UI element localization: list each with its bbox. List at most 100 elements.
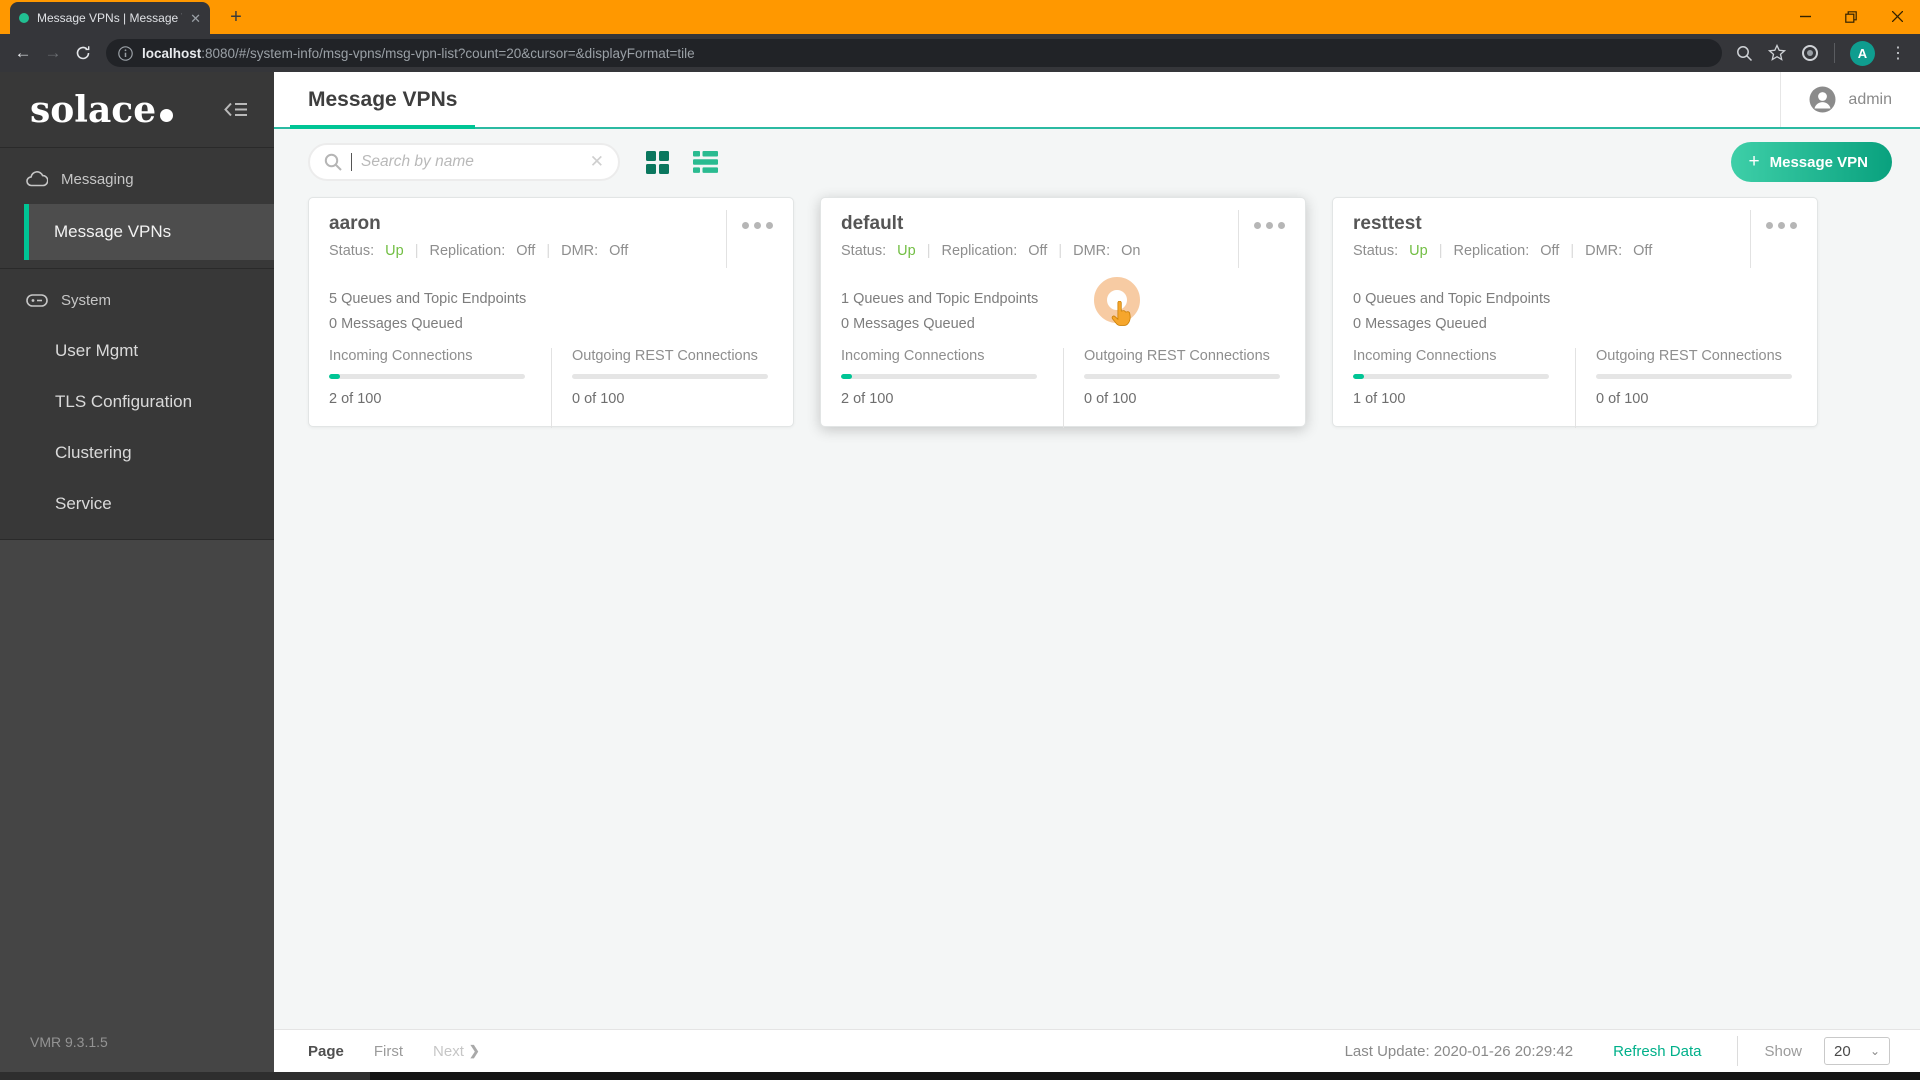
page-info-icon[interactable] xyxy=(118,46,133,61)
text-caret xyxy=(351,153,352,171)
vpn-card-default[interactable]: default Status: Up | Replication: Off | … xyxy=(820,197,1306,427)
status-label: Status: xyxy=(329,243,374,259)
zoom-page-icon[interactable] xyxy=(1736,45,1753,62)
page-size-value: 20 xyxy=(1834,1043,1851,1060)
sidebar-item-service[interactable]: Service xyxy=(0,478,274,529)
vpn-name: default xyxy=(821,198,1305,235)
page-size-select[interactable]: 20 ⌄ xyxy=(1824,1037,1890,1065)
vmr-version-label: VMR 9.3.1.5 xyxy=(30,1034,108,1050)
sidebar-section-system: System xyxy=(0,275,274,325)
card-menu-icon[interactable] xyxy=(1766,222,1797,229)
queues-line: 1 Queues and Topic Endpoints xyxy=(841,287,1285,312)
vpn-name: aaron xyxy=(309,198,793,235)
replication-value: Off xyxy=(1540,243,1559,259)
new-tab-button[interactable]: + xyxy=(224,6,248,29)
sidebar-item-message-vpns[interactable]: Message VPNs xyxy=(24,204,274,260)
card-menu-icon[interactable] xyxy=(742,222,773,229)
dmr-label: DMR: xyxy=(561,243,598,259)
page-label: Page xyxy=(308,1043,344,1060)
replication-label: Replication: xyxy=(941,243,1017,259)
browser-titlebar: Message VPNs | Message VPNs | ✕ + xyxy=(0,0,1920,34)
forward-icon[interactable]: → xyxy=(38,43,68,63)
status-value: Up xyxy=(897,243,916,259)
extension-icon[interactable] xyxy=(1801,44,1819,62)
last-update-label: Last Update: 2020-01-26 20:29:42 xyxy=(1345,1043,1574,1060)
logged-in-user[interactable]: admin xyxy=(1848,91,1892,109)
incoming-progress-bar xyxy=(841,374,1037,379)
url-host: localhost xyxy=(142,46,201,61)
browser-tab[interactable]: Message VPNs | Message VPNs | ✕ xyxy=(10,2,210,34)
sidebar-item-tls-configuration[interactable]: TLS Configuration xyxy=(0,376,274,427)
dmr-value: On xyxy=(1121,243,1140,259)
window-minimize-button[interactable] xyxy=(1782,0,1828,33)
dmr-label: DMR: xyxy=(1073,243,1110,259)
dmr-value: Off xyxy=(1633,243,1652,259)
replication-value: Off xyxy=(1028,243,1047,259)
status-value: Up xyxy=(385,243,404,259)
solace-logo: solace xyxy=(30,89,173,131)
search-box[interactable]: ✕ xyxy=(308,143,620,181)
footer-bar: Page First Next ❯ Last Update: 2020-01-2… xyxy=(274,1029,1920,1072)
incoming-connections-label: Incoming Connections xyxy=(841,348,1043,364)
outgoing-progress-bar xyxy=(1596,374,1792,379)
outgoing-rest-value: 0 of 100 xyxy=(1084,391,1285,407)
collapse-sidebar-icon[interactable] xyxy=(224,101,248,118)
incoming-connections-label: Incoming Connections xyxy=(1353,348,1555,364)
cloud-icon xyxy=(26,171,48,187)
refresh-icon[interactable] xyxy=(68,45,98,61)
card-header-divider xyxy=(726,210,727,268)
user-avatar-icon[interactable] xyxy=(1809,86,1836,113)
replication-label: Replication: xyxy=(429,243,505,259)
list-view-icon[interactable] xyxy=(693,151,718,173)
sidebar-section-messaging: Messaging xyxy=(0,154,274,204)
browser-toolbar: ← → localhost:8080/#/system-info/msg-vpn… xyxy=(0,34,1920,72)
queues-line: 0 Queues and Topic Endpoints xyxy=(1353,287,1797,312)
status-label: Status: xyxy=(841,243,886,259)
status-label: Status: xyxy=(1353,243,1398,259)
dmr-label: DMR: xyxy=(1585,243,1622,259)
vpn-name: resttest xyxy=(1333,198,1817,235)
messages-line: 0 Messages Queued xyxy=(329,312,773,337)
clear-search-icon[interactable]: ✕ xyxy=(590,152,604,172)
vpn-card-aaron[interactable]: aaron Status: Up | Replication: Off | DM… xyxy=(308,197,794,427)
address-bar[interactable]: localhost:8080/#/system-info/msg-vpns/ms… xyxy=(106,39,1722,67)
window-close-button[interactable] xyxy=(1874,0,1920,33)
replication-label: Replication: xyxy=(1453,243,1529,259)
next-page-button[interactable]: Next ❯ xyxy=(433,1043,480,1060)
show-label: Show xyxy=(1764,1043,1802,1060)
browser-menu-icon[interactable]: ⋮ xyxy=(1890,43,1906,63)
incoming-connections-label: Incoming Connections xyxy=(329,348,531,364)
logo-dot-icon xyxy=(160,109,173,122)
outgoing-progress-bar xyxy=(572,374,768,379)
page-title: Message VPNs xyxy=(308,72,457,127)
bookmark-star-icon[interactable] xyxy=(1768,44,1786,62)
footer-divider xyxy=(1737,1036,1738,1066)
vpn-card-resttest[interactable]: resttest Status: Up | Replication: Off |… xyxy=(1332,197,1818,427)
card-menu-icon[interactable] xyxy=(1254,222,1285,229)
main-content: Message VPNs admin ✕ xyxy=(274,72,1920,1072)
outgoing-rest-label: Outgoing REST Connections xyxy=(572,348,773,364)
outgoing-rest-label: Outgoing REST Connections xyxy=(1084,348,1285,364)
card-header-divider xyxy=(1238,210,1239,268)
first-page-button[interactable]: First xyxy=(374,1043,403,1060)
sidebar-item-clustering[interactable]: Clustering xyxy=(0,427,274,478)
window-restore-button[interactable] xyxy=(1828,0,1874,33)
add-message-vpn-button[interactable]: + Message VPN xyxy=(1731,142,1893,182)
sidebar-item-user-mgmt[interactable]: User Mgmt xyxy=(0,325,274,376)
system-icon xyxy=(26,294,48,307)
outgoing-rest-label: Outgoing REST Connections xyxy=(1596,348,1797,364)
url-text: localhost:8080/#/system-info/msg-vpns/ms… xyxy=(142,46,695,61)
hand-cursor-icon xyxy=(1110,301,1133,327)
tab-close-icon[interactable]: ✕ xyxy=(190,12,201,25)
incoming-progress-bar xyxy=(1353,374,1549,379)
refresh-data-link[interactable]: Refresh Data xyxy=(1613,1043,1701,1060)
incoming-connections-value: 2 of 100 xyxy=(329,391,531,407)
page-header: Message VPNs admin xyxy=(274,72,1920,129)
tile-view-icon[interactable] xyxy=(646,151,669,174)
search-input[interactable] xyxy=(361,153,581,171)
incoming-connections-value: 1 of 100 xyxy=(1353,391,1555,407)
toolbar-divider xyxy=(1834,43,1835,63)
messages-line: 0 Messages Queued xyxy=(1353,312,1797,337)
back-icon[interactable]: ← xyxy=(8,43,38,63)
browser-profile-avatar[interactable]: A xyxy=(1850,41,1875,66)
